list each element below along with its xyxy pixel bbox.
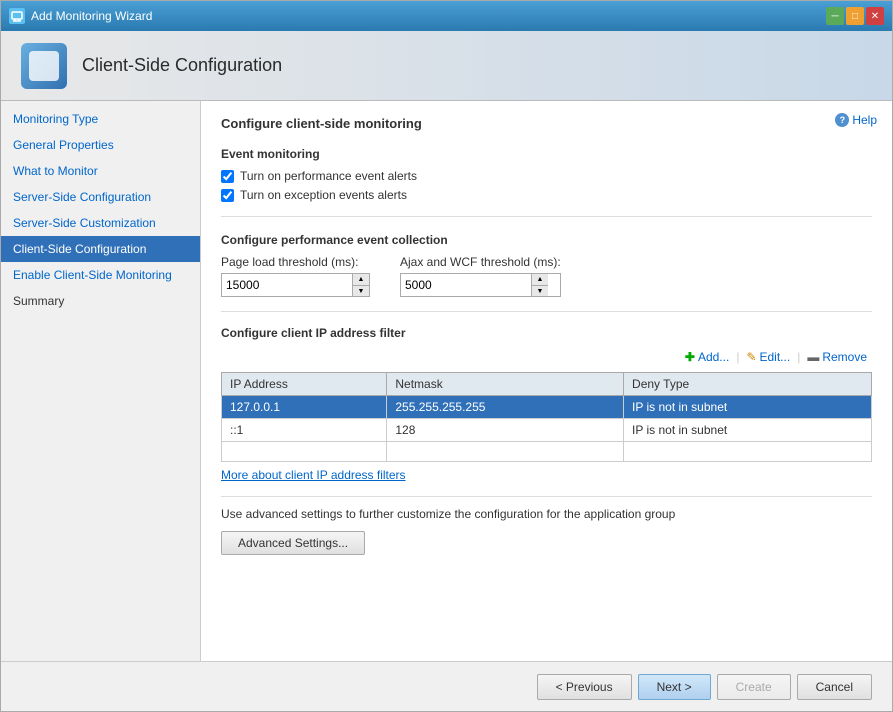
page-load-input[interactable] <box>222 274 352 296</box>
header-title: Client-Side Configuration <box>82 55 282 76</box>
header-icon <box>21 43 67 89</box>
perf-alerts-row: Turn on performance event alerts <box>221 169 872 183</box>
main-panel: ? Help Configure client-side monitoring … <box>201 101 892 661</box>
sidebar-item-enable-client-side[interactable]: Enable Client-Side Monitoring <box>1 262 200 288</box>
table-header-row: IP Address Netmask Deny Type <box>222 373 872 396</box>
create-button[interactable]: Create <box>717 674 791 700</box>
add-label: Add... <box>698 350 729 364</box>
ip-filter-section: Configure client IP address filter ✚ Add… <box>221 311 872 482</box>
perf-collection-title: Configure performance event collection <box>221 233 872 247</box>
table-row[interactable]: 127.0.0.1 255.255.255.255 IP is not in s… <box>222 396 872 419</box>
ip-toolbar: ✚ Add... | ✎ Edit... | ▬ Remove <box>221 348 872 366</box>
minimize-button[interactable]: ─ <box>826 7 844 25</box>
cell-deny: IP is not in subnet <box>624 396 872 419</box>
header-icon-inner <box>29 51 59 81</box>
page-load-label: Page load threshold (ms): <box>221 255 370 269</box>
window-controls: ─ □ ✕ <box>826 7 884 25</box>
help-link[interactable]: ? Help <box>835 113 877 127</box>
close-button[interactable]: ✕ <box>866 7 884 25</box>
dialog-header: Client-Side Configuration <box>1 31 892 101</box>
table-row-empty <box>222 442 872 462</box>
window-icon <box>9 8 25 24</box>
ajax-spinner: ▲ ▼ <box>531 274 548 296</box>
event-monitoring-title: Event monitoring <box>221 147 872 161</box>
sidebar-item-client-side-config[interactable]: Client-Side Configuration <box>1 236 200 262</box>
perf-alerts-checkbox[interactable] <box>221 170 234 183</box>
sidebar-item-summary: Summary <box>1 288 200 314</box>
ajax-down[interactable]: ▼ <box>532 285 548 296</box>
more-link-text: More about client IP address filters <box>221 468 406 482</box>
cell-ip: ::1 <box>222 419 387 442</box>
previous-button[interactable]: < Previous <box>537 674 632 700</box>
ip-filter-title: Configure client IP address filter <box>221 326 872 340</box>
empty-cell <box>222 442 387 462</box>
ajax-field: Ajax and WCF threshold (ms): ▲ ▼ <box>400 255 561 297</box>
help-label: Help <box>852 113 877 127</box>
sidebar-item-server-side-config[interactable]: Server-Side Configuration <box>1 184 200 210</box>
create-label: Create <box>736 680 772 694</box>
content-area: Monitoring TypeGeneral PropertiesWhat to… <box>1 101 892 661</box>
next-label: Next > <box>657 680 692 694</box>
threshold-row: Page load threshold (ms): ▲ ▼ Ajax and W… <box>221 255 872 297</box>
add-icon: ✚ <box>685 350 695 364</box>
col-netmask: Netmask <box>387 373 624 396</box>
ajax-label: Ajax and WCF threshold (ms): <box>400 255 561 269</box>
ajax-input-wrap: ▲ ▼ <box>400 273 561 297</box>
ajax-up[interactable]: ▲ <box>532 274 548 285</box>
advanced-section: Use advanced settings to further customi… <box>221 496 872 555</box>
sidebar: Monitoring TypeGeneral PropertiesWhat to… <box>1 101 201 661</box>
sidebar-item-server-side-custom[interactable]: Server-Side Customization <box>1 210 200 236</box>
col-ip: IP Address <box>222 373 387 396</box>
cell-netmask: 255.255.255.255 <box>387 396 624 419</box>
maximize-button[interactable]: □ <box>846 7 864 25</box>
more-link[interactable]: More about client IP address filters <box>221 468 406 482</box>
sidebar-item-monitoring-type[interactable]: Monitoring Type <box>1 106 200 132</box>
next-button[interactable]: Next > <box>638 674 711 700</box>
sep1: | <box>736 350 739 364</box>
cell-ip: 127.0.0.1 <box>222 396 387 419</box>
advanced-settings-button[interactable]: Advanced Settings... <box>221 531 365 555</box>
cell-deny: IP is not in subnet <box>624 419 872 442</box>
ajax-input[interactable] <box>401 274 531 296</box>
add-button[interactable]: ✚ Add... <box>680 348 734 366</box>
remove-button[interactable]: ▬ Remove <box>802 348 872 366</box>
ip-table-body: 127.0.0.1 255.255.255.255 IP is not in s… <box>222 396 872 462</box>
advanced-settings-label: Advanced Settings... <box>238 536 348 550</box>
advanced-description: Use advanced settings to further customi… <box>221 507 872 521</box>
cancel-label: Cancel <box>816 680 853 694</box>
exception-alerts-label: Turn on exception events alerts <box>240 188 407 202</box>
cancel-button[interactable]: Cancel <box>797 674 872 700</box>
previous-label: < Previous <box>556 680 613 694</box>
exception-alerts-row: Turn on exception events alerts <box>221 188 872 202</box>
cell-netmask: 128 <box>387 419 624 442</box>
sidebar-item-general-properties[interactable]: General Properties <box>1 132 200 158</box>
main-window: Add Monitoring Wizard ─ □ ✕ Client-Side … <box>0 0 893 712</box>
remove-icon: ▬ <box>807 350 819 364</box>
dialog-footer: < Previous Next > Create Cancel <box>1 661 892 711</box>
section-title: Configure client-side monitoring <box>221 116 872 135</box>
table-row[interactable]: ::1 128 IP is not in subnet <box>222 419 872 442</box>
sidebar-item-what-to-monitor[interactable]: What to Monitor <box>1 158 200 184</box>
edit-icon: ✎ <box>746 350 756 364</box>
ip-table: IP Address Netmask Deny Type 127.0.0.1 2… <box>221 372 872 462</box>
ip-table-header: IP Address Netmask Deny Type <box>222 373 872 396</box>
exception-alerts-checkbox[interactable] <box>221 189 234 202</box>
sep2: | <box>797 350 800 364</box>
window-title: Add Monitoring Wizard <box>31 9 826 23</box>
page-load-down[interactable]: ▼ <box>353 285 369 296</box>
page-load-field: Page load threshold (ms): ▲ ▼ <box>221 255 370 297</box>
edit-label: Edit... <box>760 350 791 364</box>
help-icon: ? <box>835 113 849 127</box>
performance-section: Configure performance event collection P… <box>221 216 872 297</box>
title-bar: Add Monitoring Wizard ─ □ ✕ <box>1 1 892 31</box>
col-deny: Deny Type <box>624 373 872 396</box>
empty-cell <box>387 442 624 462</box>
remove-label: Remove <box>822 350 867 364</box>
page-load-up[interactable]: ▲ <box>353 274 369 285</box>
page-load-input-wrap: ▲ ▼ <box>221 273 370 297</box>
empty-cell <box>624 442 872 462</box>
perf-alerts-label: Turn on performance event alerts <box>240 169 417 183</box>
edit-button[interactable]: ✎ Edit... <box>741 348 795 366</box>
page-load-spinner: ▲ ▼ <box>352 274 369 296</box>
